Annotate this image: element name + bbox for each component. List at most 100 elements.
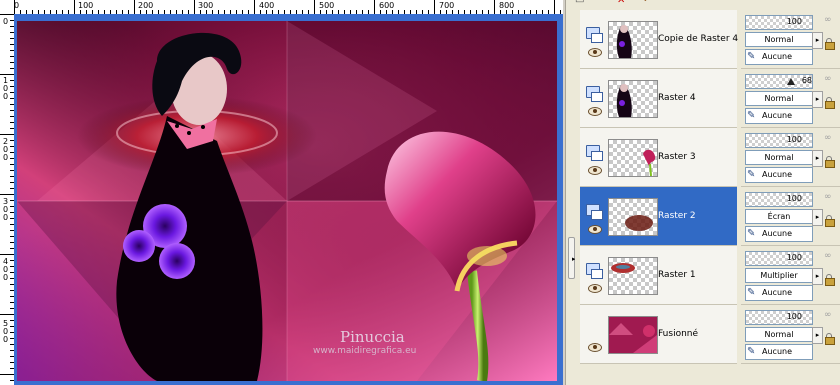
layer-name[interactable]: Raster 1 (658, 270, 696, 280)
ruler-label-600: 600 (379, 1, 395, 10)
blend-mode-select[interactable]: Normal (745, 327, 813, 342)
undo-icon[interactable]: ↶ (643, 0, 651, 6)
lock-icon[interactable] (824, 97, 835, 109)
visibility-eye-icon[interactable] (588, 343, 602, 352)
opacity-slider[interactable]: 68 (745, 74, 813, 89)
link-icon[interactable]: ∞ (824, 133, 834, 143)
watermark-url: www.maidiregrafica.eu (313, 346, 417, 356)
ruler-label-400: 400 (259, 1, 275, 10)
blend-dropdown-arrow-icon[interactable]: ▸ (812, 209, 823, 226)
opacity-value: 100 (786, 17, 802, 26)
opacity-slider[interactable]: 100 (745, 192, 813, 207)
opacity-slider[interactable]: 100 (745, 310, 813, 325)
opacity-slider[interactable]: 100 (745, 133, 813, 148)
layer-props-fusionne: 100 ∞ Normal ▸ ✎ Aucune (741, 305, 840, 364)
opacity-slider[interactable]: 100 (745, 251, 813, 266)
mask-button[interactable]: ✎ Aucune (745, 226, 813, 242)
thumbnail-art (616, 84, 632, 117)
lock-icon[interactable] (824, 215, 835, 227)
layers-palette: ▭ ✕ ↶ Copie de Raster 4 Raster 4 Raster … (575, 0, 840, 385)
layer-props-raster-1: 100 ∞ Multiplier ▸ ✎ Aucune (741, 246, 840, 305)
blend-mode-select[interactable]: Normal (745, 91, 813, 106)
ruler-label-100: 100 (78, 1, 94, 10)
layer-thumbnail (608, 198, 658, 236)
blend-mode-select[interactable]: Écran (745, 209, 813, 224)
lock-icon[interactable] (824, 156, 835, 168)
opacity-value: 100 (786, 312, 802, 321)
mask-brush-icon: ✎ (747, 169, 756, 180)
opacity-value: 100 (786, 135, 802, 144)
blend-dropdown-arrow-icon[interactable]: ▸ (812, 150, 823, 167)
blend-mode-select[interactable]: Multiplier (745, 268, 813, 283)
artwork-image[interactable]: Pinuccia www.maidiregrafica.eu (17, 21, 557, 381)
mask-brush-icon: ✎ (747, 228, 756, 239)
opacity-slider[interactable]: 100 (745, 15, 813, 30)
thumbnail-art (643, 149, 656, 176)
layer-name[interactable]: Copie de Raster 4 (658, 34, 738, 44)
mask-button[interactable]: ✎ Aucune (745, 108, 813, 124)
visibility-eye-icon[interactable] (588, 166, 602, 175)
lock-icon[interactable] (824, 333, 835, 345)
mask-button[interactable]: ✎ Aucune (745, 49, 813, 65)
link-icon[interactable]: ∞ (824, 192, 834, 202)
ruler-left-label-200: 2 0 0 (3, 137, 9, 162)
delete-layer-icon[interactable]: ✕ (617, 0, 625, 6)
layers-toolbar: ▭ ✕ ↶ (575, 0, 840, 8)
blend-mode-select[interactable]: Normal (745, 150, 813, 165)
mask-brush-icon: ✎ (747, 51, 756, 62)
mask-brush-icon: ✎ (747, 287, 756, 298)
link-icon[interactable]: ∞ (824, 251, 834, 261)
layer-name[interactable]: Raster 3 (658, 152, 696, 162)
layer-name[interactable]: Fusionné (658, 329, 698, 339)
visibility-eye-icon[interactable] (588, 225, 602, 234)
blend-mode-select[interactable]: Normal (745, 32, 813, 47)
ruler-label-0: 0 (14, 1, 20, 10)
ruler-left-label-500: 5 0 0 (3, 319, 9, 344)
artwork-illustration (17, 21, 557, 381)
layer-properties-icon[interactable]: ▭ (575, 0, 584, 6)
layer-row-fusionne[interactable]: Fusionné (580, 305, 737, 364)
blend-dropdown-arrow-icon[interactable]: ▸ (812, 327, 823, 344)
lock-icon[interactable] (824, 274, 835, 286)
image-canvas-window: 0 100 200 300 400 500 600 700 800 0 1 0 … (0, 0, 565, 385)
ruler-left-label-400: 4 0 0 (3, 257, 9, 282)
mask-label: Aucune (762, 288, 793, 297)
layer-thumbnail (608, 316, 658, 354)
opacity-value: 68 (801, 76, 812, 85)
mask-brush-icon: ✎ (747, 346, 756, 357)
mask-button[interactable]: ✎ Aucune (745, 344, 813, 360)
layer-name[interactable]: Raster 2 (658, 211, 696, 221)
layer-props-raster-3: 100 ∞ Normal ▸ ✎ Aucune (741, 128, 840, 187)
layer-row-raster-1[interactable]: Raster 1 (580, 246, 737, 305)
mask-button[interactable]: ✎ Aucune (745, 167, 813, 183)
opacity-value: 100 (786, 194, 802, 203)
visibility-eye-icon[interactable] (588, 107, 602, 116)
blend-dropdown-arrow-icon[interactable]: ▸ (812, 91, 823, 108)
raster-layer-icon (586, 86, 603, 102)
mask-label: Aucune (762, 52, 793, 61)
layer-name[interactable]: Raster 4 (658, 93, 696, 103)
thumbnail-art (616, 25, 632, 58)
ruler-left-label-0: 0 (3, 17, 9, 26)
link-icon[interactable]: ∞ (824, 15, 834, 25)
blend-dropdown-arrow-icon[interactable]: ▸ (812, 32, 823, 49)
visibility-eye-icon[interactable] (588, 48, 602, 57)
mask-label: Aucune (762, 347, 793, 356)
blend-dropdown-arrow-icon[interactable]: ▸ (812, 268, 823, 285)
layer-props-raster-4: 68 ∞ Normal ▸ ✎ Aucune (741, 69, 840, 128)
layer-row-raster-2[interactable]: Raster 2 (580, 187, 737, 246)
layer-row-raster-3[interactable]: Raster 3 (580, 128, 737, 187)
lock-icon[interactable] (824, 38, 835, 50)
layer-props-raster-2: 100 ∞ Écran ▸ ✎ Aucune (741, 187, 840, 246)
vertical-ruler: 0 1 0 0 2 0 0 3 0 0 4 0 0 5 0 0 (0, 14, 15, 385)
link-icon[interactable]: ∞ (824, 310, 834, 320)
thumbnail-art (625, 215, 653, 231)
ruler-label-800: 800 (499, 1, 515, 10)
opacity-slider-marker-icon[interactable] (787, 78, 795, 85)
mask-label: Aucune (762, 111, 793, 120)
layer-row-raster-4[interactable]: Raster 4 (580, 69, 737, 128)
link-icon[interactable]: ∞ (824, 74, 834, 84)
layer-row-copie-raster-4[interactable]: Copie de Raster 4 (580, 10, 738, 69)
visibility-eye-icon[interactable] (588, 284, 602, 293)
mask-button[interactable]: ✎ Aucune (745, 285, 813, 301)
